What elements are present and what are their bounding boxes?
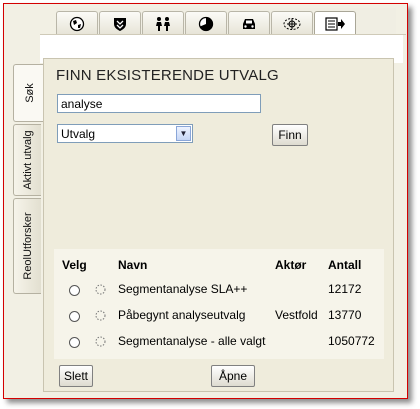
people-icon (156, 16, 170, 31)
row-antall: 1050772 (328, 334, 375, 348)
row-radio[interactable] (69, 337, 80, 348)
chevron-down-icon[interactable]: ▼ (176, 126, 191, 141)
tab-aktivt-utvalg[interactable]: Aktivt utvalg (13, 124, 41, 196)
export-icon (325, 16, 345, 31)
row-antall: 13770 (328, 308, 362, 322)
row-radio[interactable] (69, 311, 80, 322)
selection-outline-icon (95, 336, 106, 347)
open-button[interactable]: Åpne (211, 365, 255, 387)
row-aktor: Vestfold (275, 308, 318, 322)
header-aktor: Aktør (275, 258, 307, 272)
shield-button[interactable] (99, 11, 141, 35)
tab-sok[interactable]: Søk (13, 64, 45, 122)
row-navn: Segmentanalyse - alle valgt (118, 334, 266, 348)
map-target-button[interactable] (271, 11, 313, 35)
find-button[interactable]: Finn (272, 124, 308, 146)
row-antall: 12172 (328, 282, 362, 296)
results-table: Velg Navn Aktør Antall Segmentanalyse SL… (54, 249, 384, 359)
delete-button[interactable]: Slett (59, 365, 93, 387)
table-row[interactable]: Segmentanalyse - alle valgt 1050772 (54, 331, 384, 353)
row-navn: Segmentanalyse SLA++ (118, 282, 248, 296)
globe-icon (69, 16, 85, 31)
header-navn: Navn (118, 258, 148, 272)
globe-button[interactable] (56, 11, 98, 35)
header-antall: Antall (328, 258, 362, 272)
search-panel: FINN EKSISTERENDE UTVALG Utvalg ▼ Finn V… (43, 58, 394, 392)
map-target-icon (283, 17, 301, 30)
type-select[interactable]: Utvalg ▼ (57, 124, 193, 143)
table-row[interactable]: Påbegynt analyseutvalg Vestfold 13770 (54, 305, 384, 327)
table-row[interactable]: Segmentanalyse SLA++ 12172 (54, 279, 384, 301)
row-navn: Påbegynt analyseutvalg (118, 308, 246, 322)
toolbar (56, 8, 396, 35)
export-button[interactable] (314, 11, 356, 35)
tab-reolutforsker-label: ReolUtforsker (21, 212, 34, 280)
selection-outline-icon (95, 284, 106, 295)
header-velg: Velg (62, 258, 87, 272)
car-icon (243, 18, 255, 29)
tab-sok-label: Søk (23, 83, 36, 103)
search-input[interactable] (57, 94, 261, 113)
shield-icon (114, 17, 126, 31)
table-header: Velg Navn Aktør Antall (54, 255, 384, 277)
selection-outline-icon (95, 310, 106, 321)
pie-chart-icon (198, 16, 214, 31)
people-button[interactable] (142, 11, 184, 35)
row-radio[interactable] (69, 285, 80, 296)
page-title: FINN EKSISTERENDE UTVALG (56, 67, 279, 84)
car-button[interactable] (228, 11, 270, 35)
type-select-value: Utvalg (61, 126, 96, 141)
tab-aktivt-utvalg-label: Aktivt utvalg (21, 130, 34, 190)
tab-reolutforsker[interactable]: ReolUtforsker (13, 198, 41, 294)
pie-chart-button[interactable] (185, 11, 227, 35)
